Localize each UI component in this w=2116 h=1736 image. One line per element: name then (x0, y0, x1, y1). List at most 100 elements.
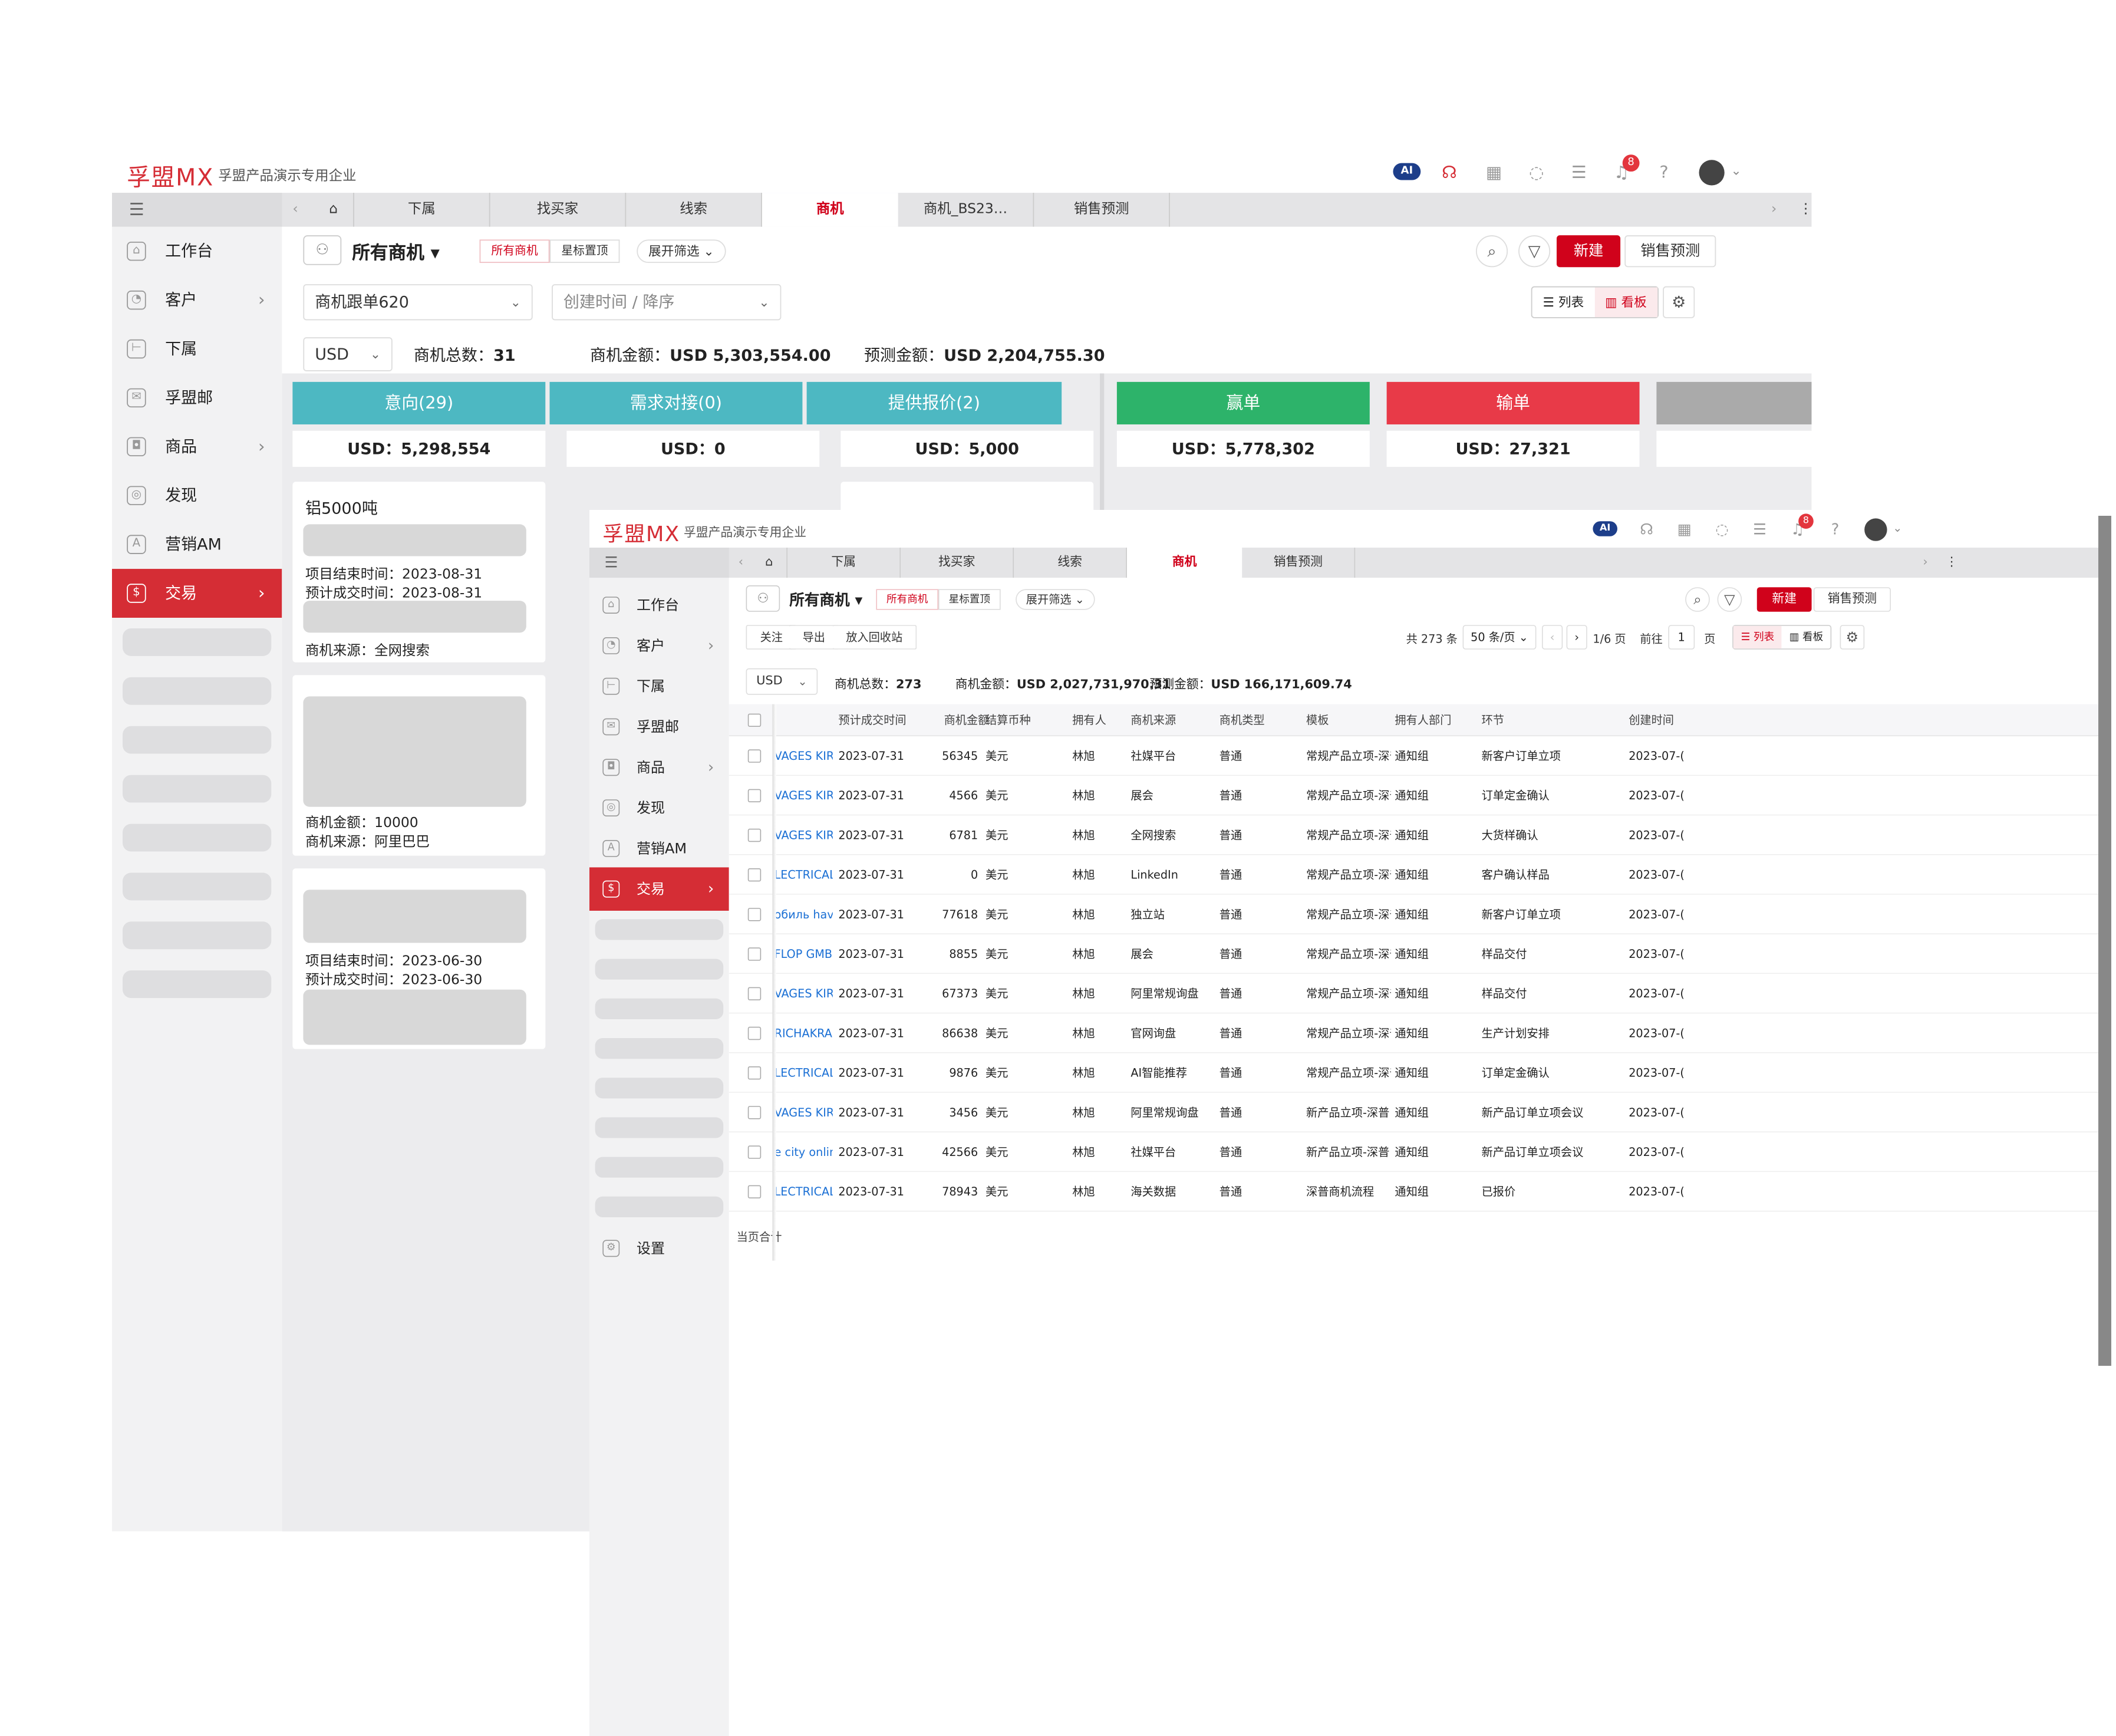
follow-select[interactable]: 商机跟单620 ⌄ (303, 284, 533, 321)
opportunity-card[interactable]: 铝5000吨 项目结束时间：2023-08-31 预计成交时间：2023-08-… (292, 482, 546, 663)
pill-all-opportunities[interactable]: 所有商机 (479, 239, 550, 263)
opportunity-card[interactable]: 商机金额：10000 商机来源：阿里巴巴 (292, 675, 546, 856)
customer-name-link[interactable]: FLOP GMBH. (774, 934, 833, 974)
customer-name-link[interactable]: LECTRICAL... (774, 1172, 833, 1211)
table-row[interactable]: VAGES KIRI 2023-07-31 4566 美元 林旭 展会 普通 常规产品立项-深… (729, 776, 2098, 816)
column-settings-icon[interactable]: ⚙ (1840, 625, 1865, 650)
opportunity-card[interactable] (841, 482, 1094, 514)
row-checkbox[interactable] (747, 908, 762, 921)
view-title[interactable]: 所有商机 ▾ (789, 587, 862, 610)
ai-assistant-icon[interactable]: AI (1593, 521, 1617, 536)
customer-name-link[interactable]: LECTRICAL... (774, 1053, 833, 1093)
table-row[interactable]: RICHAKRA ... 2023-07-31 86638 美元 林旭 官网询盘 普通 常规产… (729, 1013, 2098, 1053)
tab-forecast[interactable]: 销售预测 (1034, 193, 1170, 227)
customer-name-link[interactable]: обиль hava... (774, 895, 833, 934)
tab-opportunities[interactable]: 商机 (1127, 548, 1242, 578)
column-header[interactable]: 商机来源 (1130, 704, 1176, 736)
whatsapp-icon[interactable]: ◌ (1525, 161, 1548, 185)
row-checkbox[interactable] (747, 987, 762, 1000)
apps-grid-icon[interactable]: ▦ (1482, 161, 1506, 185)
row-checkbox[interactable] (747, 749, 762, 763)
home-icon[interactable]: ⌂ (752, 548, 787, 578)
forecast-button[interactable]: 销售预测 (1813, 587, 1891, 612)
column-header[interactable]: 商机类型 (1219, 704, 1265, 736)
customer-name-link[interactable]: LECTRICAL... (774, 855, 833, 895)
page-input[interactable]: 1 (1668, 625, 1695, 650)
stage-lost[interactable]: 输单 (1386, 381, 1640, 424)
sidebar-item-workbench[interactable]: ⌂ 工作台 (112, 227, 282, 276)
customer-name-link[interactable]: VAGES KIRI (774, 736, 833, 776)
table-row[interactable]: LECTRICAL... 2023-07-31 9876 美元 林旭 AI智能推荐 普通 常规… (729, 1053, 2098, 1093)
customer-name-link[interactable]: VAGES KIRI (774, 974, 833, 1013)
chevron-right-icon[interactable]: › (1771, 193, 1776, 227)
tab-finder[interactable]: 找买家 (901, 548, 1014, 578)
row-checkbox[interactable] (747, 1066, 762, 1080)
tab-forecast[interactable]: 销售预测 (1242, 548, 1356, 578)
brand-logo[interactable]: 孚盟MX (602, 518, 680, 548)
filter-icon[interactable]: ▽ (1717, 587, 1742, 612)
table-row[interactable]: VAGES KIRI 2023-07-31 67373 美元 林旭 阿里常规询盘 普通 常规产… (729, 974, 2098, 1014)
tab-leads[interactable]: 线索 (626, 193, 762, 227)
sidebar-item-customers[interactable]: ◔ 客户 › (112, 276, 282, 325)
column-header[interactable]: 拥有人 (1072, 704, 1106, 736)
more-icon[interactable]: ⋮ (1799, 193, 1812, 227)
currency-select[interactable]: USD ⌄ (746, 668, 818, 695)
column-header[interactable]: 拥有人部门 (1395, 704, 1451, 736)
new-button[interactable]: 新建 (1556, 235, 1621, 268)
table-row[interactable]: обиль hava... 2023-07-31 77618 美元 林旭 独立站 普通 常规产… (729, 894, 2098, 934)
new-button[interactable]: 新建 (1756, 587, 1812, 612)
expand-filter-button[interactable]: 展开筛选 ⌄ (637, 239, 726, 263)
expand-filter-button[interactable]: 展开筛选 ⌄ (1016, 589, 1095, 610)
view-owner-icon[interactable]: ⚇ (303, 235, 342, 265)
row-checkbox[interactable] (747, 868, 762, 882)
sidebar-item-mail[interactable]: ✉ 孚盟邮 (112, 373, 282, 422)
sidebar-item-discover[interactable]: ◎ 发现 (112, 471, 282, 520)
chevron-down-icon[interactable]: ⌄ (1731, 163, 1742, 178)
tab-opportunity-bs[interactable]: 商机_BS23… (898, 193, 1034, 227)
chevron-left-icon[interactable]: ‹ (292, 193, 298, 227)
sidebar-item-customers[interactable]: ◔ 客户 › (589, 624, 729, 668)
collapse-menu-icon[interactable]: ☰ (589, 548, 729, 578)
customer-name-link[interactable]: VAGES KIRI (774, 1093, 833, 1132)
chevron-right-icon[interactable]: › (1923, 548, 1927, 578)
view-owner-icon[interactable]: ⚇ (746, 585, 780, 612)
search-icon[interactable]: ⌕ (1476, 235, 1508, 268)
view-title[interactable]: 所有商机 ▾ (352, 238, 440, 264)
column-header[interactable]: 模板 (1306, 704, 1329, 736)
table-row[interactable]: e city online 2023-07-31 42566 美元 林旭 社媒平台 普通 新产… (729, 1132, 2098, 1172)
customer-name-link[interactable]: RICHAKRA ... (774, 1013, 833, 1053)
table-row[interactable]: VAGES KIRI 2023-07-31 6781 美元 林旭 全网搜索 普通 常规产品立项… (729, 815, 2098, 855)
chevron-down-icon[interactable]: ⌄ (1893, 521, 1902, 534)
help-icon[interactable]: ? (1652, 161, 1676, 185)
currency-select[interactable]: USD ⌄ (303, 337, 393, 371)
stage-intent[interactable]: 意向(29) (292, 381, 546, 424)
column-header[interactable]: 结算币种 (986, 704, 1031, 736)
chevron-left-icon[interactable]: ‹ (739, 548, 743, 578)
view-toggle[interactable]: ☰ 列表 ▥ 看板 (1732, 625, 1832, 650)
avatar[interactable] (1699, 160, 1725, 186)
search-icon[interactable]: ⌕ (1685, 587, 1710, 612)
filter-icon[interactable]: ▽ (1518, 235, 1551, 268)
stage-demand[interactable]: 需求对接(0) (549, 381, 803, 424)
avatar[interactable] (1864, 518, 1887, 541)
board-view-button[interactable]: ▥ 看板 (1594, 287, 1657, 317)
sort-select[interactable]: 创建时间 / 降序 ⌄ (552, 284, 782, 321)
export-button[interactable]: 导出 (789, 625, 840, 650)
stage-won[interactable]: 赢单 (1116, 381, 1370, 424)
view-toggle[interactable]: ☰ 列表 ▥ 看板 (1531, 286, 1659, 318)
sidebar-item-products[interactable]: ◘ 商品 › (589, 746, 729, 789)
headset-icon[interactable]: ☊ (1438, 161, 1461, 185)
prev-page-button[interactable]: ‹ (1542, 625, 1563, 650)
select-all-checkbox[interactable] (747, 713, 762, 727)
row-checkbox[interactable] (747, 828, 762, 842)
recycle-button[interactable]: 放入回收站 (832, 625, 917, 650)
sidebar-item-workbench[interactable]: ⌂ 工作台 (589, 584, 729, 627)
board-view-button[interactable]: ▥ 看板 (1782, 626, 1831, 648)
sidebar-item-subordinates[interactable]: ⊢ 下属 (589, 664, 729, 708)
sidebar-item-products[interactable]: ◘ 商品 › (112, 422, 282, 471)
row-checkbox[interactable] (747, 1145, 762, 1159)
table-row[interactable]: FLOP GMBH. 2023-07-31 8855 美元 林旭 展会 普通 常规产品立项-深… (729, 934, 2098, 974)
more-icon[interactable]: ⋮ (1946, 548, 1958, 578)
customer-name-link[interactable]: e city online (774, 1132, 833, 1172)
pill-starred[interactable]: 星标置顶 (549, 239, 620, 263)
